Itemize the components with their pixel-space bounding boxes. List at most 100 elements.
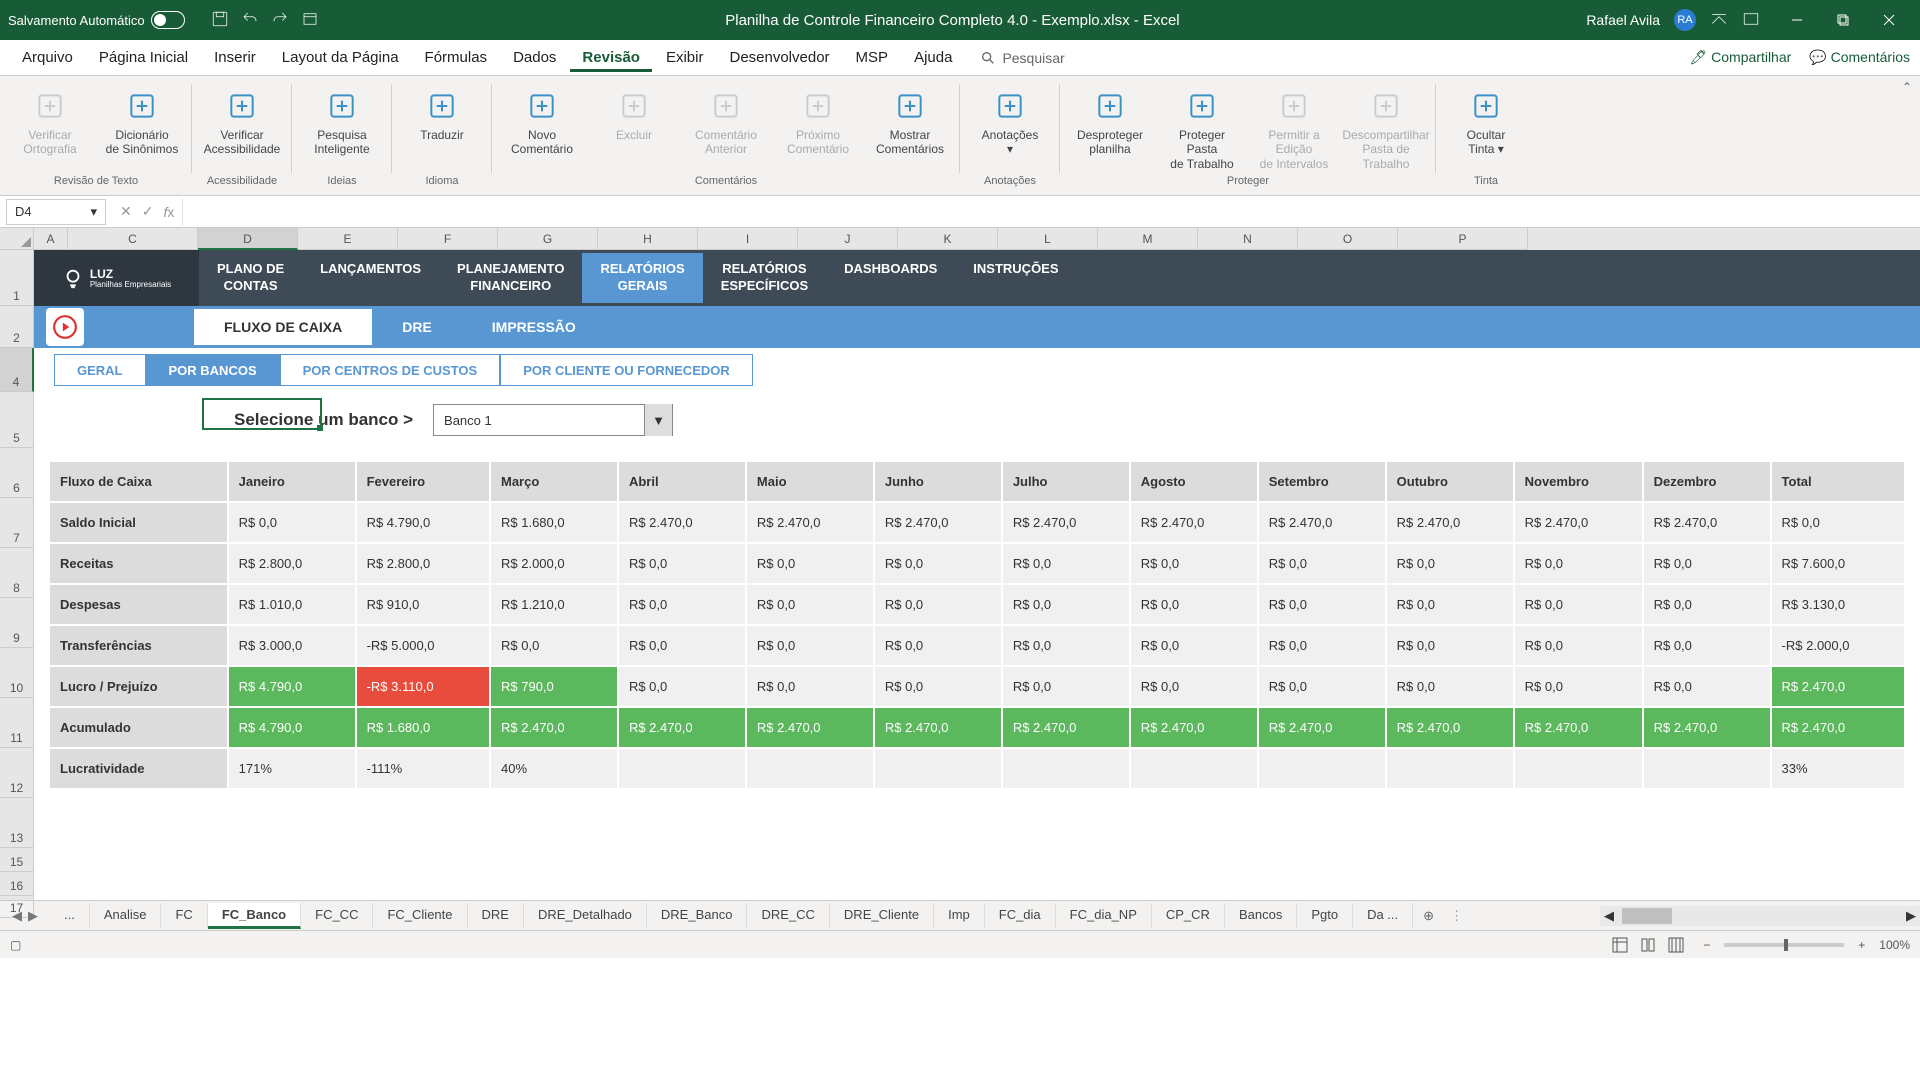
row-header[interactable]: 10 <box>0 648 34 698</box>
table-cell[interactable]: R$ 0,0 <box>874 543 1002 584</box>
row-header[interactable]: 15 <box>0 848 34 872</box>
menu-dados[interactable]: Dados <box>501 43 568 72</box>
table-cell[interactable]: R$ 0,0 <box>1514 584 1643 625</box>
row-header[interactable]: 16 <box>0 872 34 896</box>
table-cell[interactable]: R$ 2.800,0 <box>356 543 490 584</box>
table-cell[interactable] <box>1002 748 1130 789</box>
table-cell[interactable]: -R$ 5.000,0 <box>356 625 490 666</box>
table-cell[interactable]: R$ 2.470,0 <box>1130 502 1258 543</box>
table-cell[interactable]: R$ 0,0 <box>1514 625 1643 666</box>
sheet-tab[interactable]: FC_Cliente <box>373 903 467 928</box>
table-cell[interactable]: R$ 0,0 <box>1002 625 1130 666</box>
nav-item[interactable]: INSTRUÇÕES <box>955 253 1076 303</box>
close-button[interactable] <box>1866 0 1912 40</box>
sheet-tab[interactable]: FC <box>161 903 207 928</box>
table-cell[interactable]: -R$ 3.110,0 <box>356 666 490 707</box>
table-cell[interactable] <box>1258 748 1386 789</box>
table-cell[interactable]: R$ 2.470,0 <box>1386 502 1514 543</box>
table-cell[interactable]: R$ 4.790,0 <box>228 707 356 748</box>
ribbon-button[interactable]: Mostrar Comentários <box>870 82 950 157</box>
grid[interactable]: LUZPlanilhas Empresariais PLANO DE CONTA… <box>34 250 1920 900</box>
bank-dropdown[interactable]: Banco 1 ▼ <box>433 404 673 436</box>
menu-página-inicial[interactable]: Página Inicial <box>87 43 200 72</box>
play-button[interactable] <box>46 308 84 346</box>
table-cell[interactable]: R$ 0,0 <box>1258 543 1386 584</box>
comments-button[interactable]: 💬 Comentários <box>1809 49 1910 66</box>
table-cell[interactable]: R$ 0,0 <box>1771 502 1905 543</box>
table-cell[interactable]: R$ 0,0 <box>1130 666 1258 707</box>
prev-sheet-icon[interactable]: ◀ <box>12 908 22 924</box>
menu-desenvolvedor[interactable]: Desenvolvedor <box>717 43 841 72</box>
nav-item[interactable]: LANÇAMENTOS <box>302 253 439 303</box>
row-header[interactable]: 6 <box>0 448 34 498</box>
table-cell[interactable]: R$ 2.470,0 <box>1514 707 1643 748</box>
ribbon-button[interactable]: Ocultar Tinta ▾ <box>1446 82 1526 157</box>
table-cell[interactable] <box>618 748 746 789</box>
table-cell[interactable]: R$ 0,0 <box>1514 666 1643 707</box>
sheet-tab[interactable]: Imp <box>934 903 985 928</box>
table-cell[interactable]: R$ 0,0 <box>1643 625 1771 666</box>
table-cell[interactable]: R$ 0,0 <box>746 543 874 584</box>
ribbon-button[interactable]: Traduzir <box>402 82 482 142</box>
table-cell[interactable]: 171% <box>228 748 356 789</box>
col-header[interactable]: L <box>998 228 1098 250</box>
table-cell[interactable]: R$ 0,0 <box>1002 584 1130 625</box>
table-cell[interactable]: R$ 2.470,0 <box>746 502 874 543</box>
ribbon-button[interactable]: Verificar Acessibilidade <box>202 82 282 157</box>
zoom-in-button[interactable]: + <box>1858 938 1865 952</box>
cancel-formula-icon[interactable]: ✕ <box>120 203 132 220</box>
name-box[interactable]: D4▾ <box>6 199 106 225</box>
table-cell[interactable]: R$ 790,0 <box>490 666 618 707</box>
row-header[interactable]: 12 <box>0 748 34 798</box>
horizontal-scrollbar[interactable]: ◀▶ <box>1600 906 1920 926</box>
menu-layout-da-página[interactable]: Layout da Página <box>270 43 411 72</box>
sheet-tab[interactable]: DRE_Banco <box>647 903 748 928</box>
sheet-tab[interactable]: Bancos <box>1225 903 1297 928</box>
nav-item[interactable]: RELATÓRIOS GERAIS <box>582 253 702 303</box>
menu-arquivo[interactable]: Arquivo <box>10 43 85 72</box>
table-cell[interactable]: R$ 1.680,0 <box>490 502 618 543</box>
zoom-out-button[interactable]: − <box>1703 938 1710 952</box>
table-cell[interactable]: R$ 4.790,0 <box>356 502 490 543</box>
table-cell[interactable]: R$ 0,0 <box>874 625 1002 666</box>
col-header[interactable]: N <box>1198 228 1298 250</box>
table-cell[interactable]: R$ 2.470,0 <box>874 502 1002 543</box>
nav-item[interactable]: RELATÓRIOS ESPECÍFICOS <box>703 253 826 303</box>
zoom-level[interactable]: 100% <box>1879 938 1910 952</box>
redo-icon[interactable] <box>271 10 289 31</box>
col-header[interactable]: E <box>298 228 398 250</box>
table-cell[interactable]: R$ 1.210,0 <box>490 584 618 625</box>
ribbon-button[interactable]: Desproteger planilha <box>1070 82 1150 157</box>
sub-tab[interactable]: FLUXO DE CAIXA <box>194 309 372 345</box>
table-cell[interactable]: R$ 0,0 <box>1130 543 1258 584</box>
table-cell[interactable]: R$ 2.470,0 <box>490 707 618 748</box>
table-cell[interactable]: R$ 0,0 <box>1386 625 1514 666</box>
table-cell[interactable]: R$ 2.470,0 <box>1771 666 1905 707</box>
table-cell[interactable]: R$ 7.600,0 <box>1771 543 1905 584</box>
sheet-tab[interactable]: CP_CR <box>1152 903 1225 928</box>
save-icon[interactable] <box>211 10 229 31</box>
table-cell[interactable]: R$ 2.470,0 <box>1386 707 1514 748</box>
filter-tab[interactable]: POR CLIENTE OU FORNECEDOR <box>500 354 753 386</box>
table-cell[interactable] <box>746 748 874 789</box>
table-cell[interactable]: R$ 0,0 <box>618 584 746 625</box>
table-cell[interactable]: R$ 4.790,0 <box>228 666 356 707</box>
table-cell[interactable] <box>874 748 1002 789</box>
col-header[interactable]: A <box>34 228 68 250</box>
col-header[interactable]: O <box>1298 228 1398 250</box>
sub-tab[interactable]: IMPRESSÃO <box>462 309 606 345</box>
col-header[interactable]: J <box>798 228 898 250</box>
maximize-button[interactable] <box>1820 0 1866 40</box>
table-cell[interactable]: R$ 0,0 <box>874 666 1002 707</box>
table-cell[interactable]: R$ 0,0 <box>746 584 874 625</box>
ribbon-mode-icon[interactable] <box>1710 10 1728 31</box>
nav-item[interactable]: DASHBOARDS <box>826 253 955 303</box>
row-header[interactable]: 11 <box>0 698 34 748</box>
table-cell[interactable]: R$ 3.000,0 <box>228 625 356 666</box>
sheet-tab[interactable]: ... <box>50 903 90 928</box>
sub-tab[interactable]: DRE <box>372 309 462 345</box>
table-cell[interactable]: R$ 1.680,0 <box>356 707 490 748</box>
table-cell[interactable]: R$ 2.470,0 <box>1002 502 1130 543</box>
row-header[interactable]: 4 <box>0 348 34 392</box>
table-cell[interactable]: 33% <box>1771 748 1905 789</box>
